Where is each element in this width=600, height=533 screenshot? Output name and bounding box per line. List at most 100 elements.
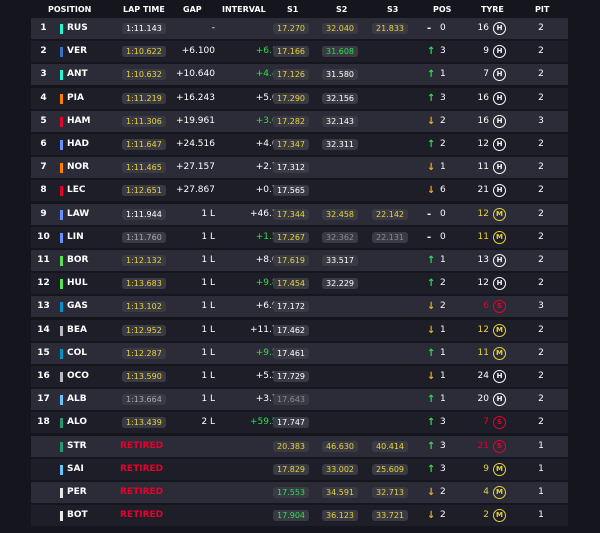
gap-value: 1 L: [201, 301, 215, 312]
tyre-compound-icon: M: [493, 323, 506, 337]
pit-count: 2: [538, 162, 544, 173]
position-change-icon: ↓: [427, 162, 436, 174]
driver-row[interactable]: BOT RETIRED 17.904 36.123 33.721 ↓ 2 2 M 1: [31, 505, 568, 527]
sector-s1: 17.166: [273, 46, 309, 58]
tyre-laps: 20: [477, 394, 489, 405]
sector-s2: [322, 417, 358, 428]
sector-s3: [372, 417, 408, 428]
tyre-compound-icon: M: [493, 230, 506, 244]
driver-row[interactable]: 11BOR1:12.1321 L+8.61017.61933.517↑113H2: [31, 250, 568, 271]
tyre-compound-icon: H: [493, 161, 506, 175]
position-change: 2: [440, 278, 446, 289]
driver-row[interactable]: 14 BEA 1:12.952 1 L +11.734 17.462 ↓ 1 12 M 2: [31, 319, 568, 341]
sector-s3: 21.833: [372, 23, 408, 34]
gap-value: -: [211, 23, 215, 33]
table-header: POSITION LAP TIME GAP INTERVAL S1 S2 S3 …: [0, 0, 600, 18]
team-color-bar: [60, 232, 63, 243]
team-color-bar: [60, 186, 63, 197]
sector-s2: 32.362: [322, 231, 358, 243]
driver-row[interactable]: 13GAS1:13.1021 L+6.91017.172↓26S3: [31, 296, 568, 318]
tyre-laps: 21: [477, 185, 489, 196]
driver-row[interactable]: PER RETIRED 17.553 34.591 32.713 ↓ 2 4 M 1: [31, 482, 568, 503]
gap-value: +19.961: [175, 115, 215, 126]
gap-value: +16.243: [175, 92, 215, 103]
team-color-bar: [60, 511, 63, 522]
driver-row[interactable]: 10LIN1:11.7601 L+1.56917.26732.36222.131…: [31, 226, 568, 248]
driver-row[interactable]: STR RETIRED 20.383 46.630 40.414 ↑ 3 21 S 1: [31, 435, 568, 457]
team-color-bar: [60, 372, 63, 382]
pit-count: 2: [538, 208, 544, 219]
position-number: 15: [37, 347, 50, 358]
position-number: [31, 436, 56, 457]
position-change: 2: [440, 301, 446, 312]
driver-row[interactable]: 8LEC1:12.651+27.867+0.71017.565↓621H2: [31, 180, 568, 202]
gap-value: 1 L: [201, 208, 215, 219]
tyre-compound-icon: S: [493, 300, 506, 314]
sector-s2: [322, 162, 358, 173]
driver-row[interactable]: 2VER1:10.622+6.100+6.10017.16631.608↑39H…: [31, 41, 568, 63]
pit-count: 2: [538, 46, 544, 57]
tyre-laps: 16: [477, 23, 489, 33]
lap-time: 1:13.590: [122, 371, 166, 382]
driver-row[interactable]: 9 LAW 1:11.944 1 L +46.141 17.344 32.458 22.142…: [31, 203, 568, 225]
sector-s3: [372, 394, 408, 405]
driver-row[interactable]: 16OCO1:13.5901 L+5.20517.729↓124H2: [31, 366, 568, 387]
lap-time: 1:12.651: [122, 185, 166, 197]
driver-row[interactable]: 15COL1:12.2871 L+9.27317.461↑111M2: [31, 342, 568, 364]
lap-time: 1:11.143: [122, 23, 166, 34]
header-pit: PIT: [535, 5, 550, 14]
gap-value: 1 L: [201, 371, 215, 381]
sector-s3: [372, 69, 408, 80]
sector-s2: 32.311: [322, 139, 358, 150]
pit-count: 1: [538, 510, 544, 521]
sector-s2: 36.123: [322, 510, 358, 522]
sector-s3: [372, 139, 408, 150]
driver-row[interactable]: 4PIA1:11.219+16.243+5.63317.29032.156↑31…: [31, 87, 568, 109]
driver-row[interactable]: 18 ALO 1:13.439 2 L +59.510 17.747 ↑ 3 7 S 2: [31, 412, 568, 434]
header-lap-time: LAP TIME: [123, 5, 165, 14]
position-number: 1: [40, 23, 47, 33]
position-change: 2: [440, 139, 446, 149]
lap-time: 1:11.465: [122, 162, 166, 174]
header-s1: S1: [287, 5, 299, 14]
driver-row[interactable]: 7NOR1:11.465+27.157+2.75617.312↓111H2: [31, 157, 568, 179]
driver-row[interactable]: 1RUS1:11.143--17.27032.04021.833-016H2: [31, 18, 568, 39]
position-number: 2: [40, 46, 47, 57]
position-number: 16: [37, 371, 50, 381]
driver-row[interactable]: 12HUL1:13.6831 L+9.80217.45432.229↑212H2: [31, 273, 568, 295]
sector-s2: 32.458: [322, 208, 358, 220]
driver-row[interactable]: 6HAD1:11.647+24.516+4.61517.34732.311↑21…: [31, 134, 568, 155]
position-change-icon: ↑: [427, 46, 436, 58]
tyre-compound-icon: H: [493, 370, 506, 383]
gap-value: +10.640: [175, 69, 215, 80]
pit-count: 2: [538, 278, 544, 289]
sector-s3: [372, 325, 408, 336]
driver-code: BOT: [67, 510, 88, 521]
driver-row[interactable]: SAI RETIRED 17.829 33.002 25.609 ↑ 3 9 M 1: [31, 458, 568, 480]
tyre-laps: 13: [477, 255, 489, 265]
position-change-icon: ↓: [427, 510, 436, 522]
retired-label: RETIRED: [120, 440, 164, 451]
header-s2: S2: [336, 5, 348, 14]
sector-s3: [372, 46, 408, 57]
sector-s1: 17.461: [273, 347, 309, 359]
team-color-bar: [60, 140, 63, 150]
sector-s1: 17.462: [273, 324, 309, 336]
sector-s1: 17.172: [273, 301, 309, 313]
position-number: 7: [40, 162, 47, 173]
position-change: 3: [440, 440, 446, 451]
lap-time: 1:12.952: [122, 324, 166, 336]
driver-code: ALO: [67, 417, 88, 428]
position-change-icon: ↑: [427, 347, 436, 359]
position-number: 3: [40, 69, 47, 80]
driver-row[interactable]: 5HAM1:11.306+19.961+3.66517.28232.143↓21…: [31, 110, 568, 132]
team-color-bar: [60, 464, 63, 475]
tyre-compound-icon: M: [493, 207, 506, 221]
gap-value: 1 L: [201, 278, 215, 289]
driver-row[interactable]: 17ALB1:13.6641 L+3.70517.643↑120H2: [31, 389, 568, 411]
sector-s3: 32.713: [372, 487, 408, 498]
team-color-bar: [60, 24, 63, 34]
sector-s3: [372, 371, 408, 382]
driver-row[interactable]: 3ANT1:10.632+10.640+4.44417.12631.580↑17…: [31, 64, 568, 86]
pit-count: 2: [538, 23, 544, 33]
